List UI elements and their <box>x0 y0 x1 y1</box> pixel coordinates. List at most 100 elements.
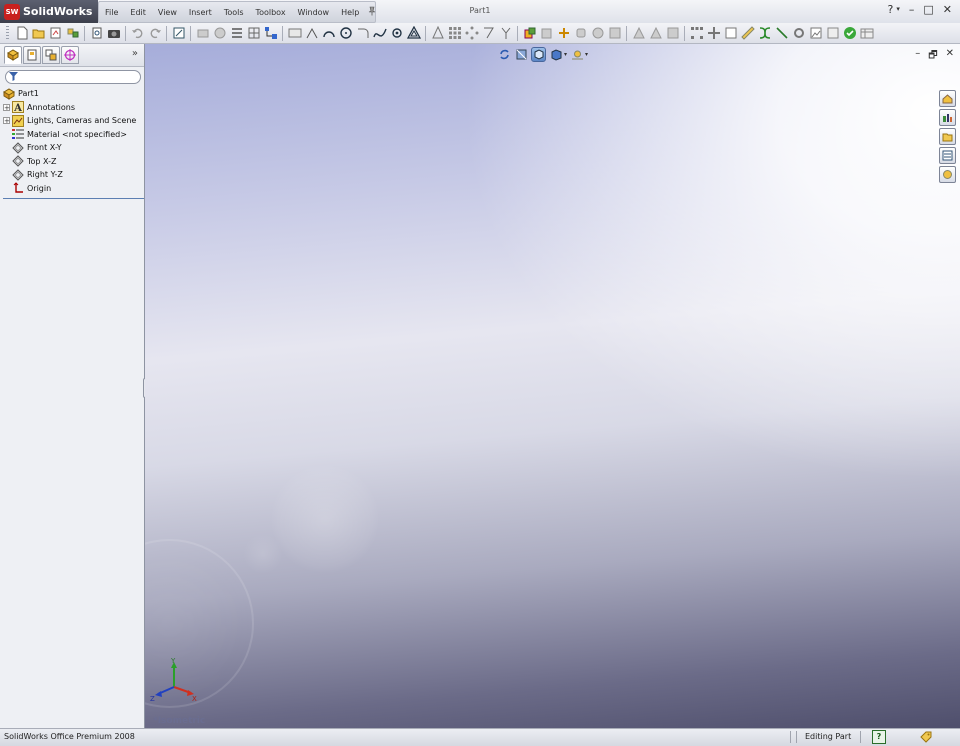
design-library-icon[interactable] <box>939 109 956 126</box>
curves-icon[interactable] <box>724 26 738 40</box>
point-icon[interactable] <box>390 26 404 40</box>
cut-icon[interactable] <box>632 26 646 40</box>
image-icon[interactable] <box>809 26 823 40</box>
menu-window[interactable]: Window <box>292 8 336 17</box>
graphics-area[interactable]: ▾ ▾ – 🗗 ✕ Y X Z *Isometric <box>145 44 960 728</box>
make-assembly-icon[interactable] <box>66 26 80 40</box>
expand-icon[interactable]: + <box>3 103 10 111</box>
trim-icon[interactable] <box>499 26 513 40</box>
circular-pattern-icon[interactable] <box>465 26 479 40</box>
reference-grid-icon[interactable] <box>690 26 704 40</box>
make-drawing-icon[interactable] <box>49 26 63 40</box>
feature-disabled-2-icon[interactable] <box>213 26 227 40</box>
offset-icon[interactable] <box>482 26 496 40</box>
smart-dimension-icon[interactable] <box>305 26 319 40</box>
tree-item-annotations[interactable]: + A Annotations <box>3 101 144 115</box>
menu-view[interactable]: View <box>152 8 183 17</box>
rotate-view-icon[interactable] <box>497 48 511 62</box>
help-icon[interactable]: ? <box>888 3 894 16</box>
new-document-icon[interactable] <box>15 26 29 40</box>
double-curve-icon[interactable] <box>758 26 772 40</box>
camera-icon[interactable] <box>107 26 121 40</box>
redo-icon[interactable] <box>148 26 162 40</box>
display-style-icon[interactable] <box>531 47 546 62</box>
tab-configuration-manager[interactable] <box>42 46 60 64</box>
tab-feature-manager[interactable] <box>4 46 22 64</box>
open-folder-icon[interactable] <box>32 26 46 40</box>
hierarchy-icon[interactable] <box>264 26 278 40</box>
view-orientation-icon[interactable] <box>549 48 563 62</box>
sketch-icon[interactable] <box>288 26 302 40</box>
arc-icon[interactable] <box>322 26 336 40</box>
appearances-icon[interactable] <box>939 166 956 183</box>
mirror-icon[interactable] <box>431 26 445 40</box>
standard-toolbar <box>0 23 960 44</box>
tree-filter-input[interactable] <box>5 70 141 84</box>
lines-icon[interactable] <box>230 26 244 40</box>
tree-item-lights[interactable]: + Lights, Cameras and Scene <box>3 114 144 128</box>
chamfer-icon[interactable] <box>666 26 680 40</box>
tree-item-top-plane[interactable]: Top X-Z <box>3 155 144 169</box>
polygon-icon[interactable] <box>406 26 421 40</box>
revolve-icon[interactable] <box>557 26 571 40</box>
sweep-icon[interactable] <box>574 26 588 40</box>
close-icon[interactable]: ✕ <box>943 3 952 16</box>
restore-icon[interactable]: 🗗 <box>928 48 937 65</box>
minimize-icon[interactable]: – <box>915 48 920 65</box>
features-icon[interactable] <box>523 26 537 40</box>
view-palette-icon[interactable] <box>939 147 956 164</box>
menu-insert[interactable]: Insert <box>183 8 218 17</box>
pin-icon[interactable] <box>367 6 377 19</box>
rebuild-icon[interactable] <box>172 26 186 40</box>
chevron-down-icon[interactable]: ▾ <box>564 51 567 58</box>
menu-edit[interactable]: Edit <box>124 8 152 17</box>
tab-property-manager[interactable] <box>23 46 41 64</box>
panel-expand-icon[interactable]: » <box>132 48 138 59</box>
section-view-icon[interactable] <box>514 48 528 62</box>
extrude-icon[interactable] <box>540 26 554 40</box>
undo-icon[interactable] <box>131 26 145 40</box>
file-explorer-icon[interactable] <box>939 128 956 145</box>
tree-item-part1[interactable]: Part1 <box>3 87 144 101</box>
frame-icon[interactable] <box>826 26 840 40</box>
menu-toolbox[interactable]: Toolbox <box>250 8 292 17</box>
print-preview-icon[interactable] <box>90 26 104 40</box>
circle-icon[interactable] <box>339 26 353 40</box>
fillet-icon[interactable] <box>356 26 370 40</box>
hole-icon[interactable] <box>649 26 663 40</box>
triad-y-label: Y <box>170 657 176 665</box>
tab-dim-xpert[interactable] <box>61 46 79 64</box>
feature-disabled-1-icon[interactable] <box>196 26 210 40</box>
solidworks-resources-icon[interactable] <box>939 90 956 107</box>
gears-icon[interactable] <box>792 26 806 40</box>
tree-item-front-plane[interactable]: Front X-Y <box>3 141 144 155</box>
pattern-icon[interactable] <box>448 26 462 40</box>
menu-help[interactable]: Help <box>335 8 365 17</box>
close-icon[interactable]: ✕ <box>946 48 954 65</box>
minimize-icon[interactable]: – <box>909 3 915 16</box>
reference-geometry-icon[interactable] <box>707 26 721 40</box>
panel-tabs: » <box>0 44 144 67</box>
maximize-icon[interactable]: □ <box>923 3 933 16</box>
grid-icon[interactable] <box>247 26 261 40</box>
loft-icon[interactable] <box>591 26 605 40</box>
tag-icon[interactable] <box>920 731 932 745</box>
scene-lights-icon[interactable] <box>570 48 584 62</box>
menu-file[interactable]: File <box>99 8 124 17</box>
tree-item-right-plane[interactable]: Right Y-Z <box>3 168 144 182</box>
check-icon[interactable] <box>843 26 857 40</box>
toolbar-grip[interactable] <box>6 25 9 41</box>
menu-tools[interactable]: Tools <box>218 8 250 17</box>
quick-tips-help-icon[interactable]: ? <box>872 730 886 744</box>
table-icon[interactable] <box>860 26 874 40</box>
line-tool-icon[interactable] <box>775 26 789 40</box>
tree-item-origin[interactable]: Origin <box>3 182 144 196</box>
chevron-down-icon[interactable]: ▾ <box>585 51 588 58</box>
app-logo[interactable]: SW SolidWorks <box>0 0 98 23</box>
expand-icon[interactable]: + <box>3 117 10 125</box>
tree-item-material[interactable]: Material <not specified> <box>3 128 144 142</box>
shell-icon[interactable] <box>608 26 622 40</box>
help-dropdown-icon[interactable]: ▾ <box>896 5 900 16</box>
spline-icon[interactable] <box>372 26 387 40</box>
ruler-icon[interactable] <box>740 26 755 40</box>
